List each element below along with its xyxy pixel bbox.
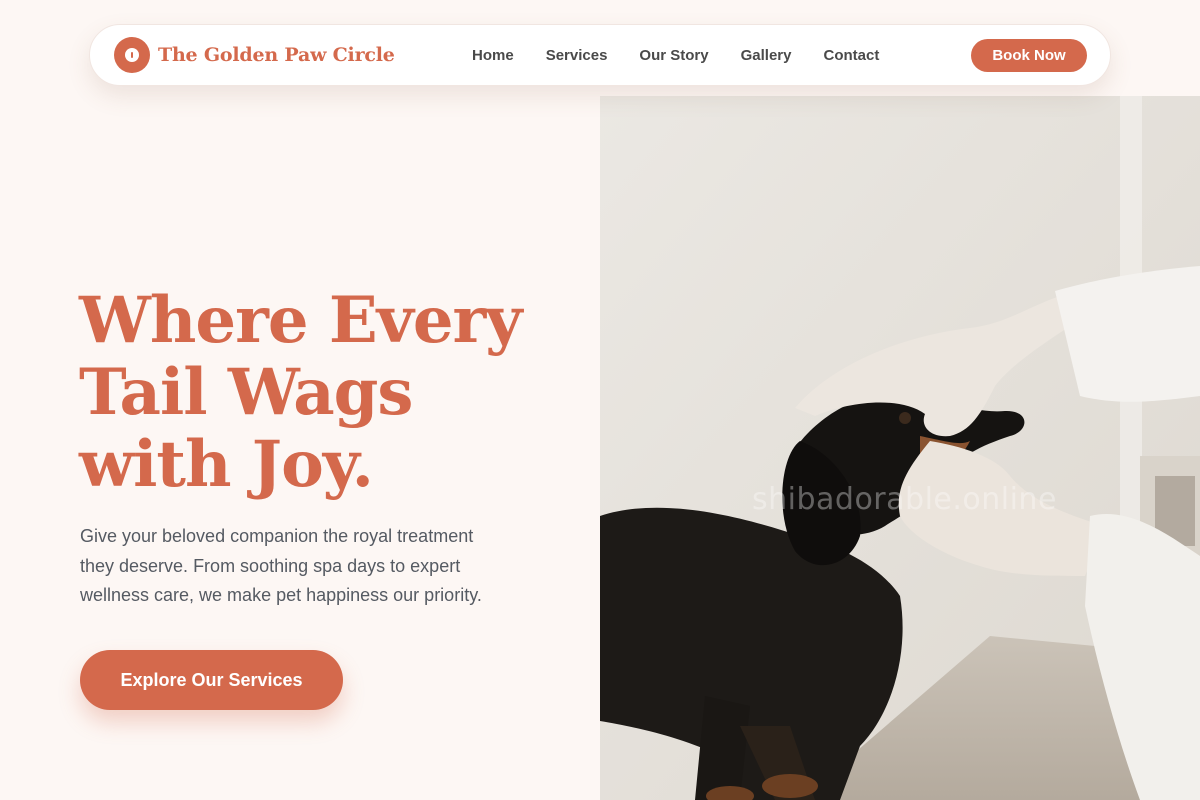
hero-description-line: they deserve. From soothing spa days to … — [80, 555, 461, 576]
book-now-button[interactable]: Book Now — [971, 39, 1087, 72]
nav-link-services[interactable]: Services — [546, 47, 608, 64]
dog-exam-photo — [600, 96, 1200, 800]
brand-logo[interactable]: The Golden Paw Circle — [114, 37, 395, 73]
nav-link-our-story[interactable]: Our Story — [639, 47, 708, 64]
nav-link-home[interactable]: Home — [472, 47, 514, 64]
hero-description-line: wellness care, we make pet happiness our… — [80, 585, 482, 605]
top-navbar: The Golden Paw Circle Home Services Our … — [89, 24, 1111, 86]
hero-description-line: Give your beloved companion the royal tr… — [80, 526, 474, 546]
hero-title-line: with Joy. — [79, 427, 374, 502]
hero-title: Where Every Tail Wags with Joy. — [79, 285, 579, 501]
nav-link-contact[interactable]: Contact — [823, 47, 879, 64]
hero-description: Give your beloved companion the royal tr… — [80, 522, 540, 611]
nav-links: Home Services Our Story Gallery Contact — [472, 25, 911, 85]
explore-services-button[interactable]: Explore Our Services — [80, 650, 343, 710]
hero-title-line: Where Every — [79, 283, 522, 358]
nav-link-gallery[interactable]: Gallery — [741, 47, 792, 64]
brand-name: The Golden Paw Circle — [158, 44, 395, 66]
image-watermark: shibadorable.online — [752, 482, 1057, 517]
paw-logo-icon — [114, 37, 150, 73]
hero-title-line: Tail Wags — [79, 355, 413, 430]
hero-image: shibadorable.online — [600, 96, 1200, 800]
